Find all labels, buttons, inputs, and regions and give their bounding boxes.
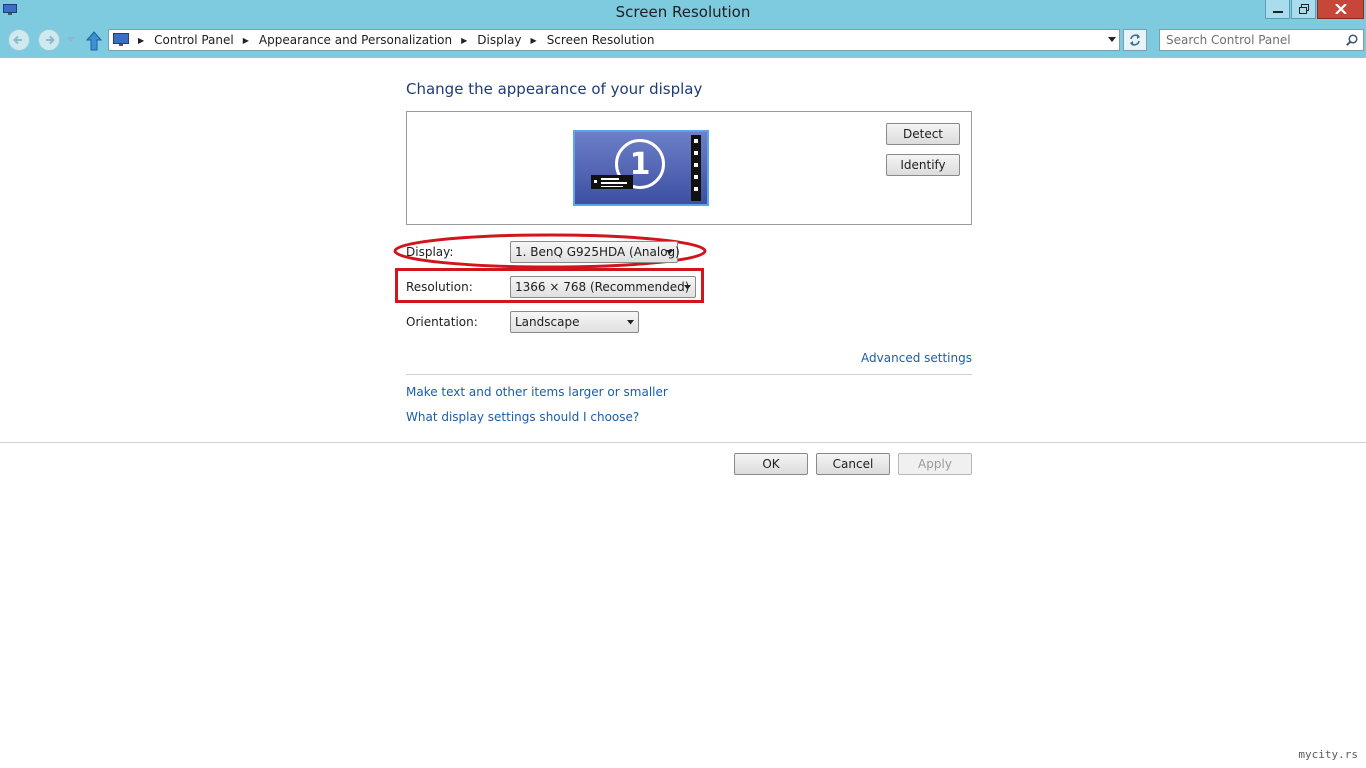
apply-button[interactable]: Apply <box>898 453 972 475</box>
close-button[interactable] <box>1317 0 1364 19</box>
display-help-link[interactable]: What display settings should I choose? <box>406 410 639 424</box>
resolution-label: Resolution: <box>406 280 473 294</box>
control-panel-icon <box>113 33 129 46</box>
breadcrumb-separator-icon[interactable]: ▶ <box>531 36 537 45</box>
display-select-value: 1. BenQ G925HDA (Analog) <box>515 245 680 259</box>
back-arrow-icon <box>13 35 22 45</box>
sidebar-preview-strip <box>691 135 701 201</box>
maximize-button[interactable] <box>1291 0 1316 19</box>
close-icon <box>1334 4 1347 14</box>
breadcrumb-appearance-and-personalization[interactable]: Appearance and Personalization <box>259 33 452 47</box>
breadcrumb-separator-icon[interactable]: ▶ <box>461 36 467 45</box>
resolution-select[interactable]: 1366 × 768 (Recommended) <box>510 276 696 298</box>
resolution-select-value: 1366 × 768 (Recommended) <box>515 280 690 294</box>
orientation-select-value: Landscape <box>515 315 580 329</box>
refresh-button[interactable] <box>1123 29 1147 51</box>
dropdown-arrow-icon <box>627 320 634 325</box>
watermark: mycity.rs <box>1298 748 1358 761</box>
ok-button[interactable]: OK <box>734 453 808 475</box>
cancel-button[interactable]: Cancel <box>816 453 890 475</box>
detect-button[interactable]: Detect <box>886 123 960 145</box>
up-level-arrow-icon[interactable] <box>86 31 102 51</box>
navigation-bar: ▶ Control Panel ▶ Appearance and Persona… <box>0 24 1366 58</box>
minimize-icon <box>1272 11 1283 13</box>
recent-locations-chevron-icon[interactable] <box>67 37 75 43</box>
breadcrumb-screen-resolution[interactable]: Screen Resolution <box>547 33 655 47</box>
monitor-1-thumbnail[interactable]: 1 <box>573 130 709 206</box>
address-history-dropdown-icon[interactable] <box>1108 37 1116 43</box>
identify-button[interactable]: Identify <box>886 154 960 176</box>
breadcrumb-control-panel[interactable]: Control Panel <box>154 33 234 47</box>
page-title: Change the appearance of your display <box>406 80 703 98</box>
refresh-icon <box>1130 34 1140 46</box>
breadcrumb-separator-icon[interactable]: ▶ <box>138 36 144 45</box>
taskbar-preview-icon <box>591 175 633 189</box>
monitor-arrangement-panel: 1 Detect Identify <box>406 111 972 225</box>
divider <box>406 374 972 375</box>
breadcrumb: ▶ Control Panel ▶ Appearance and Persona… <box>113 30 654 50</box>
restore-icon <box>1298 4 1309 14</box>
search-input[interactable] <box>1166 32 1336 48</box>
orientation-label: Orientation: <box>406 315 478 329</box>
orientation-select[interactable]: Landscape <box>510 311 639 333</box>
display-select[interactable]: 1. BenQ G925HDA (Analog) <box>510 241 680 263</box>
minimize-button[interactable] <box>1265 0 1290 19</box>
dropdown-arrow-icon <box>666 250 673 255</box>
text-size-link[interactable]: Make text and other items larger or smal… <box>406 385 668 399</box>
search-icon[interactable] <box>1346 34 1358 46</box>
footer-divider <box>0 442 1366 443</box>
address-bar[interactable]: ▶ Control Panel ▶ Appearance and Persona… <box>108 29 1120 51</box>
forward-button[interactable] <box>38 29 60 51</box>
back-button[interactable] <box>8 29 30 51</box>
breadcrumb-display[interactable]: Display <box>477 33 521 47</box>
forward-arrow-icon <box>46 35 55 45</box>
search-box[interactable] <box>1159 29 1364 51</box>
window-title: Screen Resolution <box>615 3 751 21</box>
advanced-settings-link[interactable]: Advanced settings <box>861 351 972 365</box>
breadcrumb-separator-icon[interactable]: ▶ <box>243 36 249 45</box>
display-label: Display: <box>406 245 454 259</box>
dropdown-arrow-icon <box>684 285 691 290</box>
title-bar: Screen Resolution <box>0 0 1366 24</box>
